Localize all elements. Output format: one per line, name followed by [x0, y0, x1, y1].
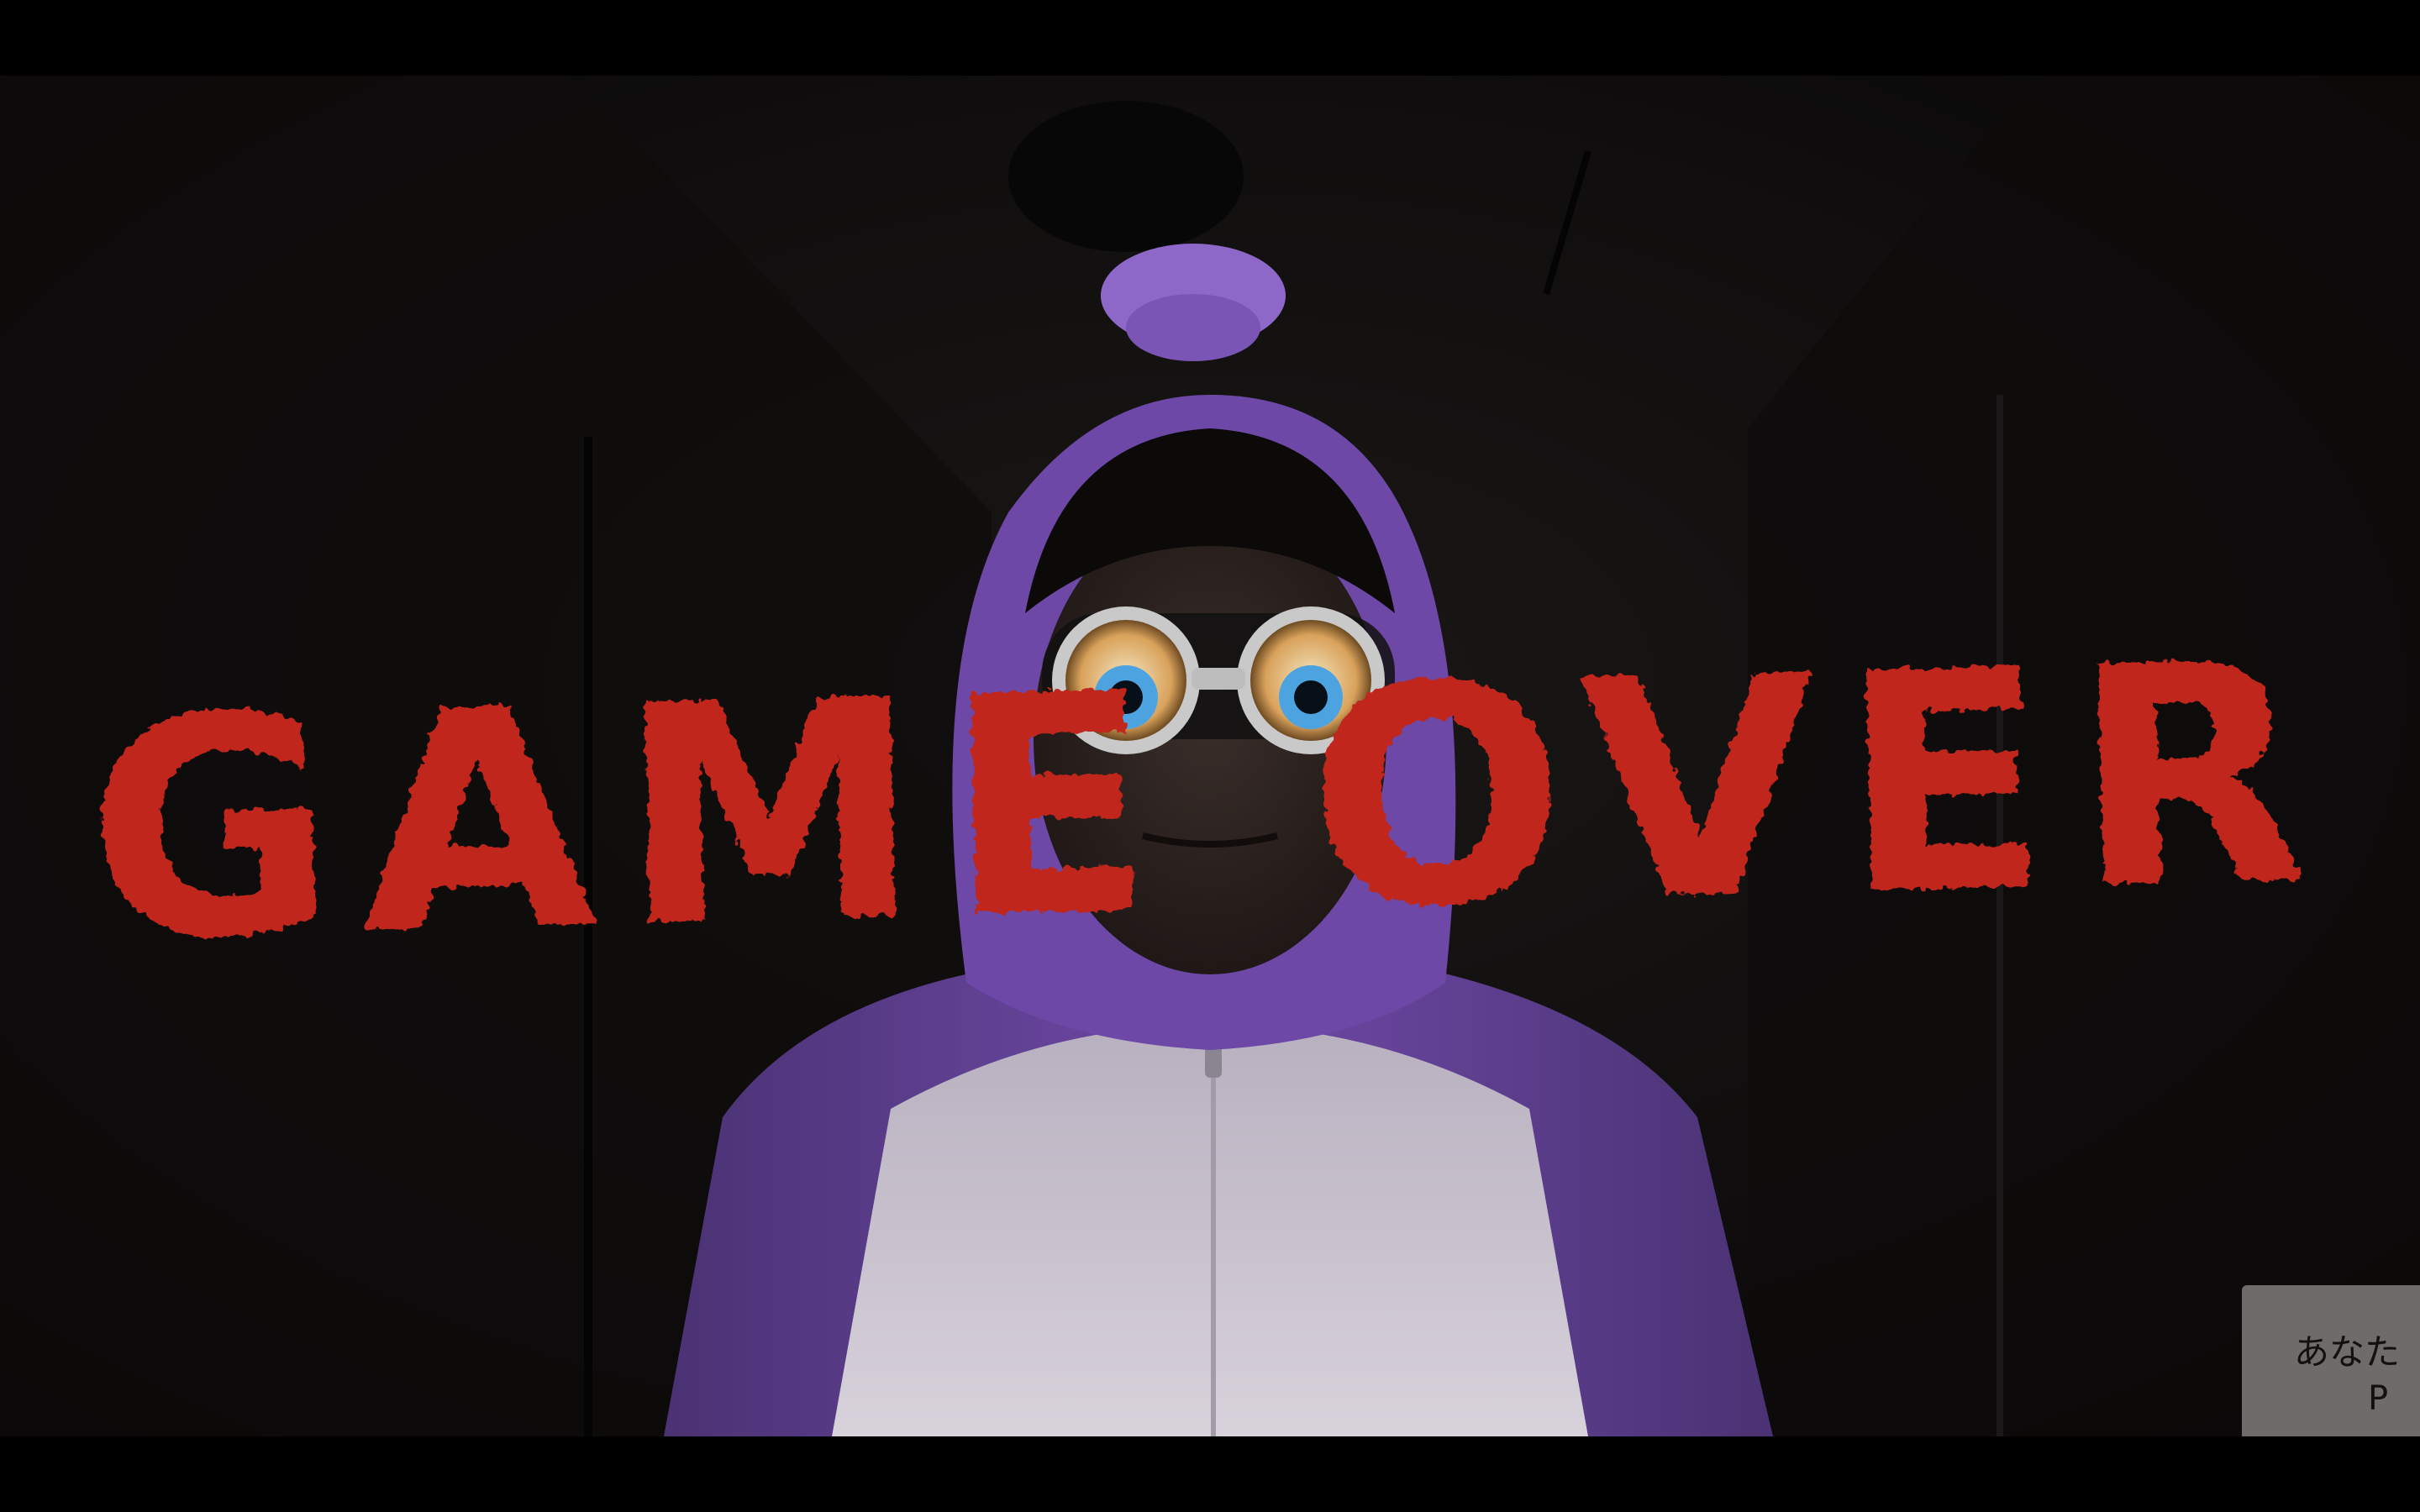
video-frame: GAME OVER あなた P	[0, 76, 2420, 1436]
game-over-text: GAME OVER	[82, 597, 2336, 1008]
wall-sign: あなた P	[2242, 1285, 2420, 1436]
letterbox-top	[0, 0, 2420, 76]
game-over-screen: GAME OVER あなた P	[0, 0, 2420, 1512]
wall-sign-line2: P	[2368, 1379, 2389, 1418]
game-over-title: GAME OVER	[82, 597, 2336, 1008]
letterbox-bottom	[0, 1436, 2420, 1512]
wall-sign-line1: あなた	[2294, 1331, 2401, 1373]
